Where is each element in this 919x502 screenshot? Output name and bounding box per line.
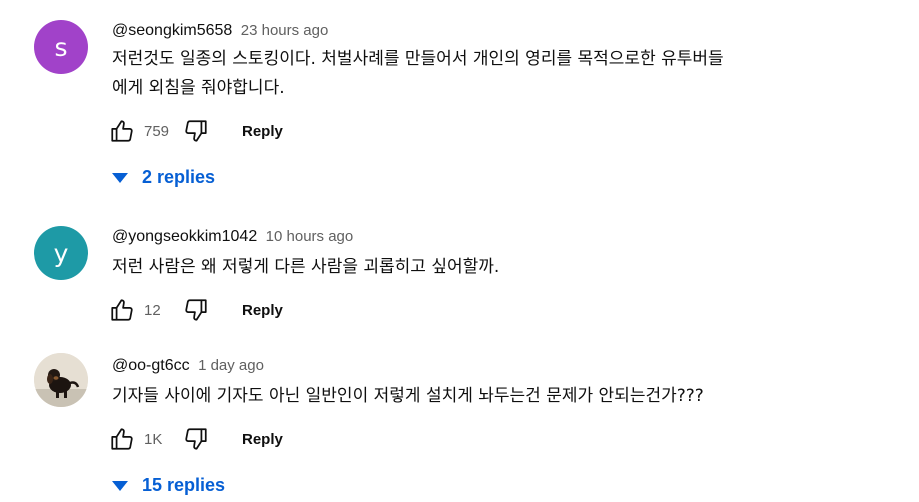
comment-header: @oo-gt6cc 1 day ago [112, 357, 264, 375]
author-name[interactable]: @yongseokkim1042 [112, 228, 257, 245]
comment-text: 저런 사람은 왜 저렇게 다른 사람을 괴롭히고 싶어할까. [112, 253, 872, 282]
thumbs-up-icon [111, 120, 133, 142]
avatar[interactable]: s [34, 20, 88, 74]
avatar[interactable]: y [34, 226, 88, 280]
like-count: 1K [144, 430, 163, 448]
author-name[interactable]: @oo-gt6cc [112, 357, 190, 374]
dislike-button[interactable] [178, 113, 214, 149]
comment-actions: 759 Reply [104, 113, 297, 149]
replies-label: 15 replies [142, 475, 226, 495]
like-button[interactable] [104, 421, 140, 457]
comment-text: 저런것도 일종의 스토킹이다. 처벌사례를 만들어서 개인의 영리를 목적으로한… [112, 45, 872, 103]
like-count: 759 [144, 122, 170, 140]
timestamp[interactable]: 10 hours ago [266, 228, 354, 245]
dislike-button[interactable] [178, 421, 214, 457]
dislike-button[interactable] [178, 292, 214, 328]
comment-header: @seongkim5658 23 hours ago [112, 22, 328, 40]
thumbs-down-icon [185, 428, 207, 450]
dog-photo-avatar-icon [34, 353, 88, 407]
author-name[interactable]: @seongkim5658 [112, 22, 232, 39]
comment-actions: 1K Reply [104, 421, 297, 457]
thumbs-down-icon [185, 299, 207, 321]
comment-text-line: 기자들 사이에 기자도 아닌 일반인이 저렇게 설치게 놔두는건 문제가 안되는… [112, 386, 704, 406]
comment-text-line: 저런것도 일종의 스토킹이다. 처벌사례를 만들어서 개인의 영리를 목적으로한… [112, 49, 724, 69]
like-button[interactable] [104, 292, 140, 328]
like-button[interactable] [104, 113, 140, 149]
caret-down-icon [112, 476, 142, 496]
thumbs-up-icon [111, 299, 133, 321]
comment-text: 기자들 사이에 기자도 아닌 일반인이 저렇게 설치게 놔두는건 문제가 안되는… [112, 382, 872, 411]
avatar-letter: s [54, 32, 68, 62]
reply-button[interactable]: Reply [228, 431, 297, 448]
timestamp[interactable]: 1 day ago [198, 357, 264, 374]
replies-label: 2 replies [142, 167, 216, 187]
comment-actions: 12 Reply [104, 292, 297, 328]
show-replies-button[interactable]: 15 replies [112, 475, 225, 496]
thumbs-up-icon [111, 428, 133, 450]
avatar[interactable] [34, 353, 88, 407]
comment-header: @yongseokkim1042 10 hours ago [112, 228, 353, 246]
like-count: 12 [144, 301, 161, 319]
reply-button[interactable]: Reply [228, 123, 297, 140]
avatar-letter: y [53, 238, 69, 268]
show-replies-button[interactable]: 2 replies [112, 167, 215, 188]
comment-text-line: 저런 사람은 왜 저렇게 다른 사람을 괴롭히고 싶어할까. [112, 257, 500, 277]
timestamp[interactable]: 23 hours ago [241, 22, 329, 39]
thumbs-down-icon [185, 120, 207, 142]
reply-button[interactable]: Reply [228, 302, 297, 319]
caret-down-icon [112, 168, 142, 188]
comment-text-line: 에게 외침을 줘야합니다. [112, 78, 285, 98]
